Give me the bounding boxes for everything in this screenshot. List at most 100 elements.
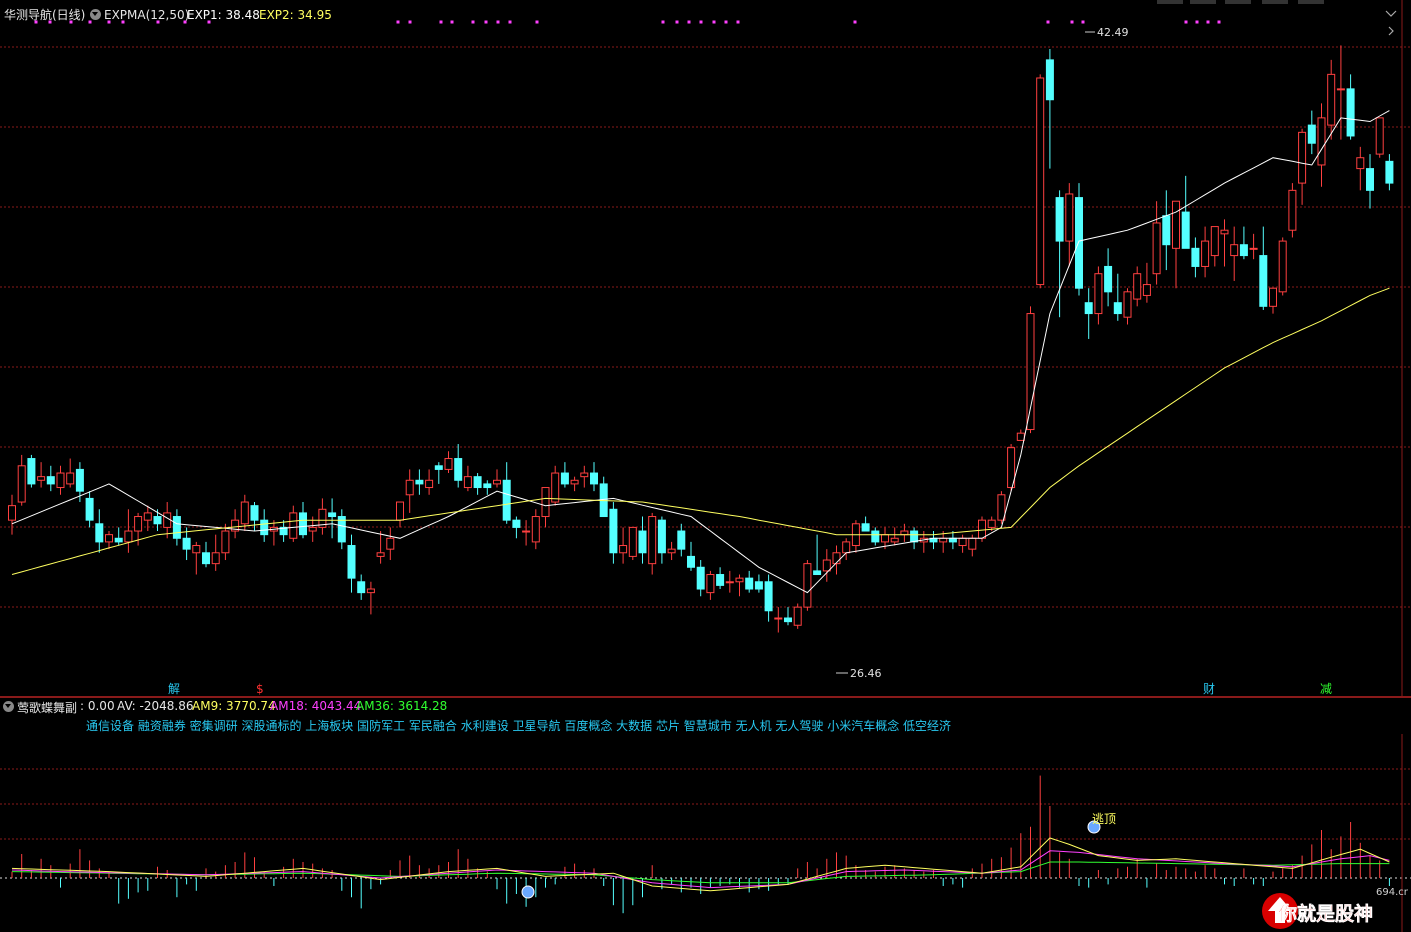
candle-body bbox=[871, 530, 880, 543]
candle-body bbox=[405, 479, 414, 496]
candle-body bbox=[861, 523, 870, 532]
am9-value: AM9: 3770.74 bbox=[192, 699, 276, 713]
low-price-label: 26.46 bbox=[850, 667, 882, 680]
watermark-logo: 694.cn 你就是股神 bbox=[1262, 887, 1408, 929]
candle-body bbox=[1162, 215, 1171, 246]
scroll-up-icon[interactable] bbox=[1385, 10, 1397, 17]
candle-body bbox=[1045, 59, 1054, 101]
candle-body bbox=[1220, 229, 1229, 235]
signal-dot bbox=[121, 20, 125, 24]
candle-body bbox=[1016, 432, 1025, 441]
candle-body bbox=[95, 523, 104, 543]
candle-body bbox=[551, 472, 560, 503]
event-dividend-icon[interactable]: $ bbox=[256, 682, 264, 696]
candle-body bbox=[1366, 168, 1374, 191]
indicator-bars bbox=[11, 775, 1390, 914]
candle-body bbox=[793, 606, 802, 626]
candle-body bbox=[706, 574, 715, 594]
candle-body bbox=[948, 537, 957, 543]
toolbar-tab[interactable] bbox=[1298, 0, 1324, 4]
candle-body bbox=[376, 552, 385, 557]
candle-body bbox=[1356, 157, 1365, 170]
candle-body bbox=[1123, 291, 1132, 318]
candle-body bbox=[172, 516, 181, 539]
signal-dot bbox=[471, 20, 475, 24]
candle-body bbox=[473, 476, 482, 489]
exp2-line bbox=[11, 287, 1390, 575]
signal-dot bbox=[724, 20, 728, 24]
candle-body bbox=[105, 534, 113, 543]
candle-body bbox=[328, 512, 337, 518]
candle-body bbox=[1201, 240, 1210, 267]
candle-body bbox=[745, 577, 754, 590]
signal-dot bbox=[1195, 20, 1199, 24]
indicator-chart: 逃顶 bbox=[0, 734, 1411, 932]
candle-body bbox=[415, 479, 424, 485]
indicator-name[interactable]: 莺歌蝶舞副 bbox=[17, 699, 77, 716]
candle-body bbox=[1181, 211, 1190, 249]
candle-body bbox=[784, 617, 792, 623]
candle-body bbox=[240, 501, 249, 525]
signal-dot bbox=[736, 20, 740, 24]
candle-body bbox=[1336, 88, 1345, 91]
top-right-controls bbox=[1157, 0, 1397, 36]
signal-dot bbox=[450, 20, 454, 24]
candles-group bbox=[8, 45, 1394, 633]
candle-body bbox=[1026, 313, 1035, 431]
candle-body bbox=[890, 537, 899, 543]
candle-body bbox=[1084, 302, 1093, 315]
candle-body bbox=[85, 497, 94, 521]
candle-body bbox=[512, 519, 521, 528]
signal-dot bbox=[1046, 20, 1050, 24]
indicator-toggle-icon[interactable] bbox=[3, 701, 14, 712]
candle-body bbox=[483, 483, 492, 489]
candle-body bbox=[1375, 117, 1384, 155]
candle-body bbox=[211, 552, 220, 565]
toolbar-tab[interactable] bbox=[1190, 0, 1216, 4]
indicator-header: 莺歌蝶舞副 : 0.00 AV: -2048.86 AM9: 3770.74 A… bbox=[0, 697, 1411, 716]
scroll-right-icon[interactable] bbox=[1388, 26, 1394, 36]
candle-body bbox=[1307, 124, 1316, 144]
candle-body bbox=[881, 534, 889, 543]
escape-top-label: 逃顶 bbox=[1092, 812, 1116, 826]
candle-body bbox=[531, 516, 540, 543]
av-value: AV: -2048.86 bbox=[117, 699, 194, 713]
candle-body bbox=[1142, 284, 1151, 296]
candle-body bbox=[968, 537, 977, 550]
candle-body bbox=[522, 530, 531, 533]
candle-body bbox=[153, 516, 162, 525]
candle-body bbox=[46, 476, 55, 485]
candle-body bbox=[202, 552, 210, 565]
concept-tags: 通信设备 融资融券 密集调研 深股通标的 上海板块 国防军工 军民融合 水利建设… bbox=[86, 719, 952, 733]
toolbar-tab[interactable] bbox=[1225, 0, 1251, 4]
signal-dot bbox=[535, 20, 539, 24]
candle-body bbox=[619, 545, 628, 554]
toolbar-tab[interactable] bbox=[1157, 0, 1183, 4]
candle-body bbox=[1191, 247, 1200, 267]
candle-body bbox=[463, 476, 472, 489]
toolbar-tab[interactable] bbox=[1262, 0, 1288, 4]
candle-body bbox=[822, 559, 831, 572]
event-reduce-icon[interactable]: 减 bbox=[1320, 682, 1332, 696]
candle-body bbox=[813, 570, 822, 576]
signal-dot bbox=[439, 20, 443, 24]
candle-body bbox=[590, 472, 598, 485]
candle-body bbox=[357, 581, 366, 594]
candle-body bbox=[716, 574, 725, 586]
candle-body bbox=[289, 512, 298, 539]
event-unlock-icon[interactable]: 解 bbox=[168, 682, 180, 696]
candle-body bbox=[1094, 273, 1103, 315]
candle-body bbox=[958, 537, 967, 547]
signal-dot bbox=[699, 20, 703, 24]
event-finance-icon[interactable]: 财 bbox=[1203, 682, 1215, 696]
am36-value: AM36: 3614.28 bbox=[356, 699, 448, 713]
candle-body bbox=[1036, 77, 1045, 286]
signal-dot bbox=[1217, 20, 1221, 24]
candle-body bbox=[677, 530, 686, 550]
candle-body bbox=[1055, 197, 1064, 242]
signal-dot bbox=[1081, 20, 1085, 24]
signal-dots bbox=[34, 20, 1221, 24]
candle-body bbox=[560, 472, 569, 485]
signal-dot bbox=[48, 20, 52, 24]
candle-body bbox=[163, 512, 172, 528]
